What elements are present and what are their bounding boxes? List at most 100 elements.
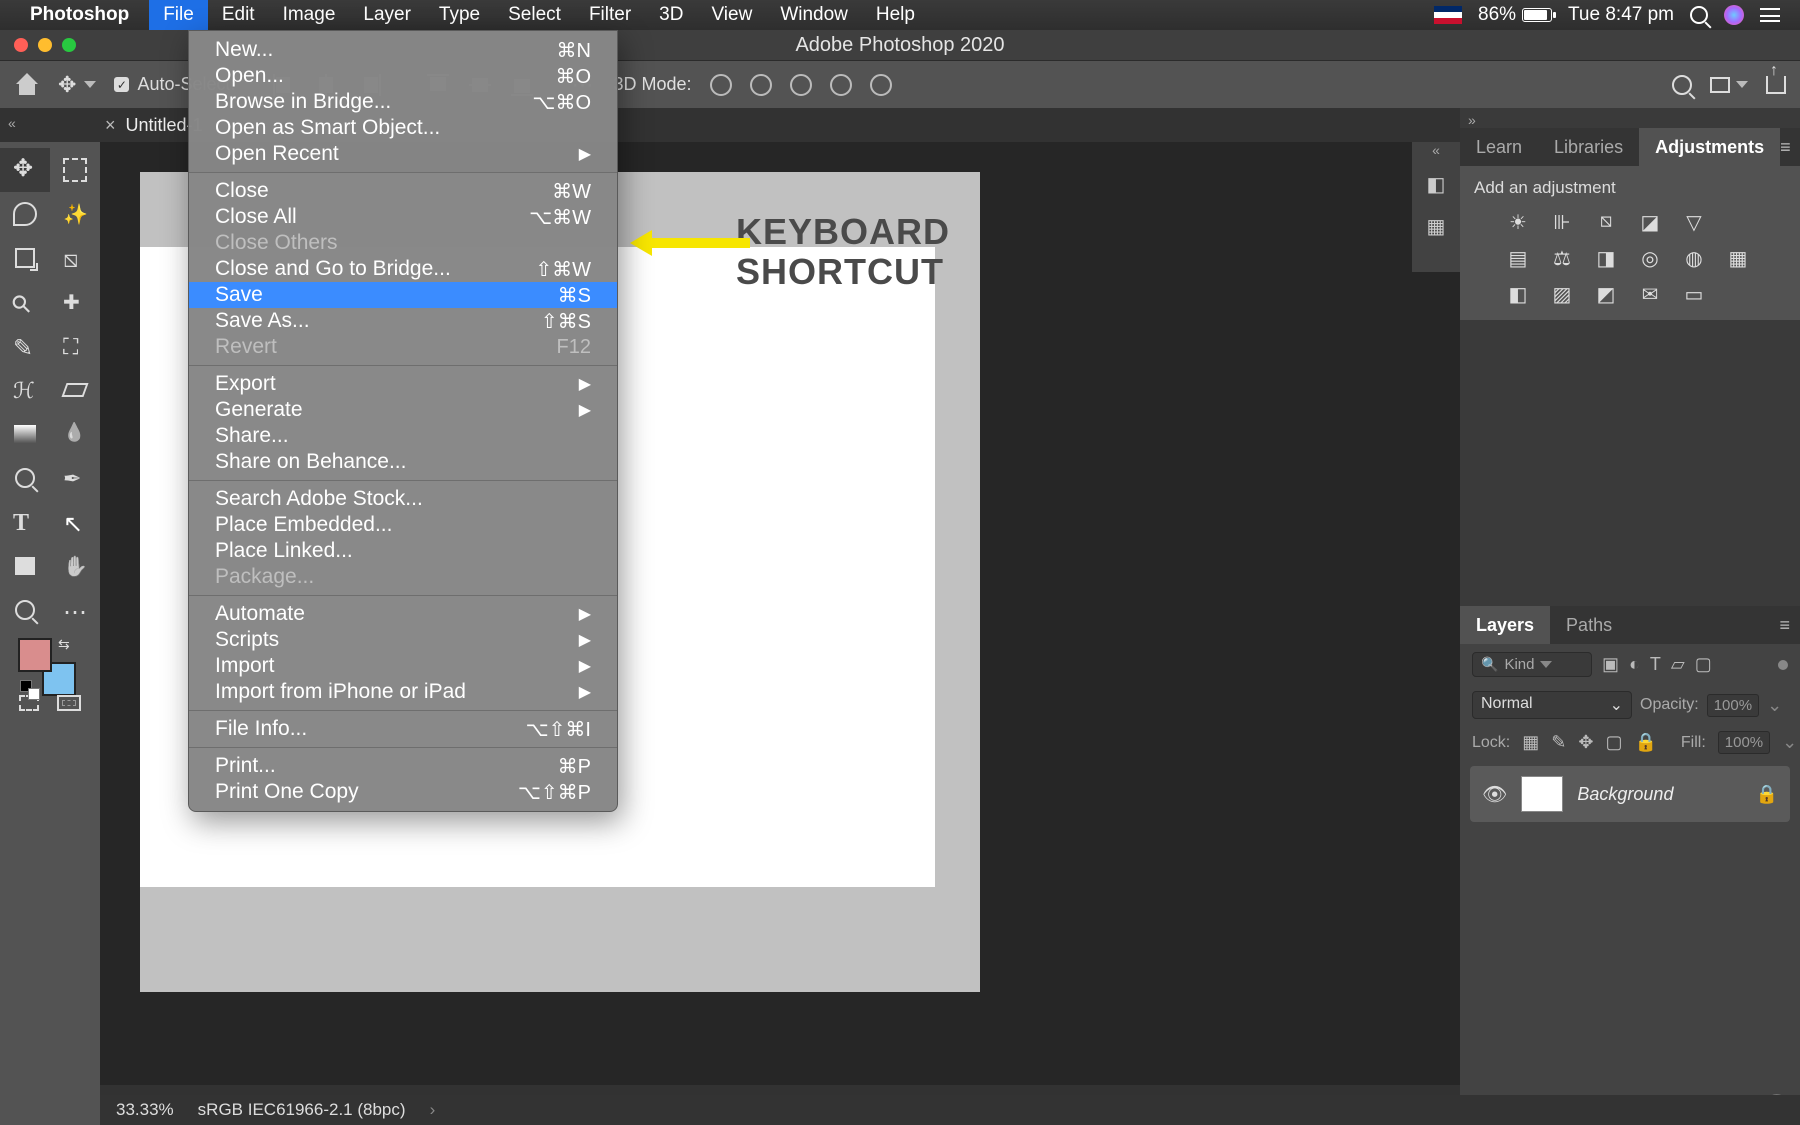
filter-toggle-icon[interactable] (1778, 660, 1788, 670)
menu-view[interactable]: View (697, 0, 766, 30)
filter-adjustment-icon[interactable]: ◐ (1629, 654, 1640, 675)
eraser-tool[interactable] (50, 368, 100, 412)
collapse-dock-icon[interactable]: « (1412, 142, 1460, 158)
maximize-window-button[interactable] (62, 38, 76, 52)
bw-icon[interactable]: ◨ (1591, 246, 1621, 272)
menu-item-share-on-behance[interactable]: Share on Behance... (189, 449, 617, 475)
lock-pixels-icon[interactable]: ✎ (1551, 732, 1566, 753)
menu-select[interactable]: Select (494, 0, 575, 30)
threshold-icon[interactable]: ◩ (1591, 282, 1621, 308)
posterize-icon[interactable]: ▨ (1547, 282, 1577, 308)
type-tool[interactable] (0, 500, 50, 544)
photo-filter-icon[interactable]: ◎ (1635, 246, 1665, 272)
pan-3d-icon[interactable] (790, 74, 812, 96)
quick-select-tool[interactable] (50, 192, 100, 236)
color-profile[interactable]: sRGB IEC61966-2.1 (8bpc) (198, 1100, 406, 1120)
collapse-toolbar-icon[interactable]: « (8, 115, 16, 131)
invert-icon[interactable]: ◧ (1503, 282, 1533, 308)
gradient-map-icon[interactable]: ▭ (1679, 282, 1709, 308)
filter-pixel-icon[interactable]: ▣ (1602, 654, 1619, 675)
menu-3d[interactable]: 3D (645, 0, 697, 30)
menu-help[interactable]: Help (862, 0, 929, 30)
channel-mixer-icon[interactable]: ◍ (1679, 246, 1709, 272)
close-window-button[interactable] (14, 38, 28, 52)
swatches-panel-icon[interactable]: ▦ (1421, 214, 1451, 242)
orbit-3d-icon[interactable] (710, 74, 732, 96)
heal-tool[interactable] (50, 280, 100, 324)
vibrance-icon[interactable]: ▽ (1679, 210, 1709, 236)
menu-item-new[interactable]: New...⌘N (189, 37, 617, 63)
spotlight-icon[interactable] (1690, 6, 1708, 24)
layer-name[interactable]: Background (1577, 784, 1741, 805)
curves-icon[interactable]: ⧅ (1591, 210, 1621, 236)
edit-toolbar[interactable] (50, 588, 100, 632)
minimize-window-button[interactable] (38, 38, 52, 52)
app-name[interactable]: Photoshop (30, 4, 129, 26)
history-brush-tool[interactable] (0, 368, 50, 412)
menu-item-print-one-copy[interactable]: Print One Copy⌥⇧⌘P (189, 779, 617, 805)
collapse-panels-icon[interactable]: » (1460, 108, 1800, 128)
close-tab-icon[interactable]: × (105, 115, 116, 136)
menu-item-import[interactable]: Import▶ (189, 653, 617, 679)
siri-icon[interactable] (1724, 5, 1744, 25)
filter-shape-icon[interactable]: ▱ (1671, 654, 1685, 675)
menu-image[interactable]: Image (269, 0, 350, 30)
menu-filter[interactable]: Filter (575, 0, 645, 30)
tool-preset-move[interactable]: ✥ (58, 72, 96, 98)
layer-row-background[interactable]: 👁 Background 🔒 (1470, 766, 1790, 822)
color-swatches[interactable]: ⇆ (0, 632, 100, 702)
brightness-contrast-icon[interactable]: ☀ (1503, 210, 1533, 236)
menu-item-print[interactable]: Print...⌘P (189, 753, 617, 779)
menu-edit[interactable]: Edit (208, 0, 269, 30)
selective-color-icon[interactable]: ✉ (1635, 282, 1665, 308)
opacity-value[interactable]: 100% (1707, 694, 1759, 717)
eyedropper-tool[interactable] (0, 280, 50, 324)
menu-item-export[interactable]: Export▶ (189, 371, 617, 397)
menu-item-browse-in-bridge[interactable]: Browse in Bridge...⌥⌘O (189, 89, 617, 115)
path-select-tool[interactable] (50, 500, 100, 544)
menu-item-generate[interactable]: Generate▶ (189, 397, 617, 423)
menu-layer[interactable]: Layer (349, 0, 425, 30)
slide-3d-icon[interactable] (830, 74, 852, 96)
menu-item-automate[interactable]: Automate▶ (189, 601, 617, 627)
zoom-tool[interactable] (0, 588, 50, 632)
panel-menu-icon[interactable]: ≡ (1779, 615, 1790, 636)
clone-stamp-tool[interactable] (50, 324, 100, 368)
exposure-icon[interactable]: ◪ (1635, 210, 1665, 236)
shape-tool[interactable] (0, 544, 50, 588)
tab-libraries[interactable]: Libraries (1538, 128, 1639, 166)
menu-item-open-as-smart-object[interactable]: Open as Smart Object... (189, 115, 617, 141)
color-panel-icon[interactable]: ◧ (1421, 172, 1451, 200)
control-center-icon[interactable] (1760, 8, 1780, 22)
tab-adjustments[interactable]: Adjustments (1639, 128, 1780, 166)
tab-layers[interactable]: Layers (1460, 606, 1550, 644)
menu-item-save-as[interactable]: Save As...⇧⌘S (189, 308, 617, 334)
menu-file[interactable]: File (149, 0, 208, 30)
default-colors-icon[interactable] (20, 680, 36, 696)
lock-artboard-icon[interactable]: ▢ (1605, 732, 1622, 753)
dodge-tool[interactable] (0, 456, 50, 500)
layer-thumbnail[interactable] (1521, 776, 1563, 812)
share-icon[interactable] (1766, 76, 1786, 94)
gradient-tool[interactable] (0, 412, 50, 456)
menu-item-open-recent[interactable]: Open Recent▶ (189, 141, 617, 167)
lock-icon[interactable]: 🔒 (1756, 784, 1778, 805)
lock-all-icon[interactable]: 🔒 (1634, 732, 1656, 753)
panel-menu-icon[interactable]: ≡ (1780, 137, 1791, 158)
lock-transparent-icon[interactable]: ▦ (1522, 732, 1539, 753)
blur-tool[interactable] (50, 412, 100, 456)
filter-smart-icon[interactable]: ▢ (1695, 654, 1712, 675)
menu-item-search-adobe-stock[interactable]: Search Adobe Stock... (189, 486, 617, 512)
home-icon[interactable] (14, 73, 40, 97)
crop-tool[interactable] (0, 236, 50, 280)
menu-item-save[interactable]: Save⌘S (189, 282, 617, 308)
menu-item-share[interactable]: Share... (189, 423, 617, 449)
pen-tool[interactable] (50, 456, 100, 500)
lasso-tool[interactable] (0, 192, 50, 236)
tab-learn[interactable]: Learn (1460, 128, 1538, 166)
menu-item-place-linked[interactable]: Place Linked... (189, 538, 617, 564)
flag-icon[interactable] (1434, 6, 1462, 24)
layer-filter-kind[interactable]: 🔍 Kind (1472, 652, 1592, 677)
foreground-color[interactable] (18, 638, 52, 672)
clock[interactable]: Tue 8:47 pm (1568, 4, 1674, 26)
